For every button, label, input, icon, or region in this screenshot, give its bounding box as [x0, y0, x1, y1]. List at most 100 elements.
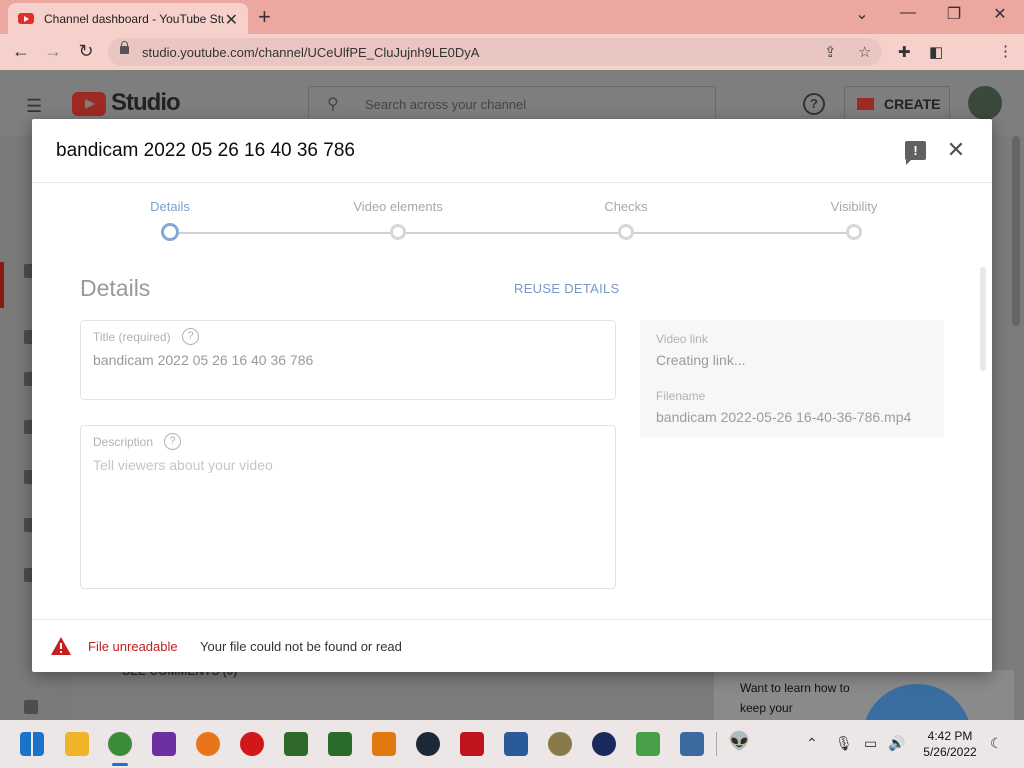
search-placeholder: Search across your channel — [365, 97, 527, 112]
youtube-logo-icon[interactable] — [72, 92, 106, 116]
tab-close-icon[interactable]: ✕ — [225, 10, 238, 30]
remote-app-icon[interactable] — [680, 732, 704, 756]
video-camera-icon — [857, 98, 874, 110]
step-visibility[interactable]: Visibility — [784, 199, 924, 240]
channel-avatar[interactable] — [968, 86, 1002, 120]
upload-details-dialog: bandicam 2022 05 26 16 40 36 786 ! ✕ Det… — [32, 119, 992, 672]
new-tab-button[interactable]: + — [258, 4, 271, 30]
microphone-icon[interactable]: 🎙 — [835, 735, 853, 752]
feedback-icon[interactable]: ! — [905, 141, 926, 165]
upload-stepper: Details Video elements Checks Visibility — [32, 183, 992, 263]
bookmark-star-icon[interactable]: ☆ — [858, 43, 871, 61]
side-panel-icon[interactable]: ◧ — [929, 43, 943, 61]
video-info-panel: Video link Creating link... Filename ban… — [640, 320, 944, 437]
address-bar[interactable]: studio.youtube.com/channel/UCeUlfPE_CluJ… — [108, 38, 882, 66]
description-placeholder: Tell viewers about your video — [93, 457, 273, 473]
notes-app-icon[interactable] — [636, 732, 660, 756]
forward-arrow-icon[interactable]: → — [42, 41, 64, 62]
step-indicator — [390, 224, 406, 240]
description-field[interactable]: Description ? Tell viewers about your vi… — [80, 425, 616, 589]
search-tool-icon[interactable] — [372, 732, 396, 756]
details-form: Details REUSE DETAILS Title (required) ?… — [32, 263, 992, 619]
network-app-icon[interactable] — [504, 732, 528, 756]
youtube-favicon-icon — [18, 13, 34, 24]
step-label: Video elements — [353, 199, 443, 214]
step-details[interactable]: Details — [100, 199, 240, 241]
channel-search-input[interactable]: ⚲ Search across your channel — [308, 86, 716, 122]
start-icon[interactable] — [20, 732, 44, 756]
back-arrow-icon[interactable]: ← — [10, 41, 32, 62]
taskbar-clock[interactable]: 4:42 PM 5/26/2022 — [922, 728, 978, 760]
step-label: Details — [150, 199, 190, 214]
tree-app-icon[interactable] — [284, 732, 308, 756]
description-help-icon[interactable]: ? — [164, 433, 181, 450]
taskbar-separator — [716, 732, 717, 756]
filename-label: Filename — [656, 389, 706, 403]
warning-icon — [51, 637, 71, 655]
step-indicator — [618, 224, 634, 240]
error-title: File unreadable — [88, 639, 178, 654]
browser-tab-bar: Channel dashboard - YouTube Studio ✕ + ⌄… — [0, 0, 1024, 34]
sidebar-settings-icon[interactable] — [24, 700, 38, 714]
volume-icon[interactable]: 🔊 — [888, 735, 905, 752]
tray-overflow-chevron-icon[interactable]: ⌃ — [806, 735, 818, 752]
minimize-window-button[interactable]: — — [898, 4, 918, 22]
video-link-label: Video link — [656, 332, 708, 346]
help-icon[interactable]: ? — [803, 93, 825, 115]
page-scrollbar[interactable] — [1012, 136, 1020, 326]
studio-logo-text: Studio — [111, 89, 181, 116]
close-window-button[interactable]: ✕ — [990, 4, 1010, 24]
browser-tab[interactable]: Channel dashboard - YouTube Studio ✕ — [8, 3, 248, 34]
firefox-icon[interactable] — [196, 732, 220, 756]
step-checks[interactable]: Checks — [556, 199, 696, 240]
restore-window-button[interactable]: ❐ — [944, 4, 964, 24]
tips-card: Want to learn how to keep your — [714, 670, 1014, 768]
active-app-indicator — [112, 763, 128, 766]
chrome-icon[interactable] — [108, 732, 132, 756]
infra-app-icon[interactable] — [592, 732, 616, 756]
reuse-details-button[interactable]: REUSE DETAILS — [514, 281, 620, 296]
browser-menu-icon[interactable]: ⋮ — [998, 42, 1013, 60]
dialog-scrollbar[interactable] — [980, 267, 986, 371]
step-video-elements[interactable]: Video elements — [328, 199, 468, 240]
step-label: Checks — [604, 199, 648, 214]
lock-icon — [120, 41, 129, 54]
title-field[interactable]: Title (required) ? bandicam 2022 05 26 1… — [80, 320, 616, 400]
step-indicator — [846, 224, 862, 240]
globe-app-icon[interactable] — [548, 732, 572, 756]
close-icon[interactable]: ✕ — [944, 137, 968, 163]
title-help-icon[interactable]: ? — [182, 328, 199, 345]
title-field-label: Title (required) — [93, 330, 171, 344]
network-icon[interactable]: ▭ — [864, 735, 877, 752]
browser-toolbar: ← → ↻ studio.youtube.com/channel/UCeUlfP… — [0, 34, 1024, 97]
hamburger-menu-icon[interactable]: ☰ — [26, 96, 42, 117]
tab-search-chevron-icon[interactable]: ⌄ — [852, 4, 872, 24]
description-field-label: Description — [93, 435, 154, 449]
onenote-icon[interactable] — [152, 732, 176, 756]
url-text: studio.youtube.com/channel/UCeUlfPE_CluJ… — [142, 45, 480, 60]
clock-date: 5/26/2022 — [923, 745, 977, 759]
dialog-header: bandicam 2022 05 26 16 40 36 786 ! ✕ — [32, 119, 992, 183]
sidebar-active-indicator — [0, 262, 4, 308]
error-message: Your file could not be found or read — [200, 639, 402, 654]
title-field-value: bandicam 2022 05 26 16 40 36 786 — [93, 352, 314, 368]
game-app-icon[interactable] — [328, 732, 352, 756]
step-label: Visibility — [830, 199, 878, 214]
extensions-puzzle-icon[interactable]: ✚ — [898, 43, 911, 61]
opera-icon[interactable] — [240, 732, 264, 756]
focus-moon-icon[interactable]: ☾ — [990, 735, 1003, 752]
gear-app-icon[interactable] — [460, 732, 484, 756]
step-indicator — [161, 223, 179, 241]
create-label: CREATE — [884, 96, 941, 112]
dialog-footer: File unreadable Your file could not be f… — [32, 619, 992, 672]
file-explorer-icon[interactable] — [65, 732, 89, 756]
create-button[interactable]: CREATE — [844, 86, 950, 120]
windows-taskbar: 👽 ⌃ 🎙 ▭ 🔊 4:42 PM 5/26/2022 ☾ — [0, 720, 1024, 768]
alien-app-icon[interactable]: 👽 — [728, 731, 750, 752]
share-icon[interactable]: ⇪ — [824, 43, 837, 61]
filename-value: bandicam 2022-05-26 16-40-36-786.mp4 — [656, 409, 912, 425]
clock-time: 4:42 PM — [927, 729, 973, 743]
dialog-title: bandicam 2022 05 26 16 40 36 786 — [56, 140, 355, 161]
steam-icon[interactable] — [416, 732, 440, 756]
reload-icon[interactable]: ↻ — [75, 41, 97, 62]
